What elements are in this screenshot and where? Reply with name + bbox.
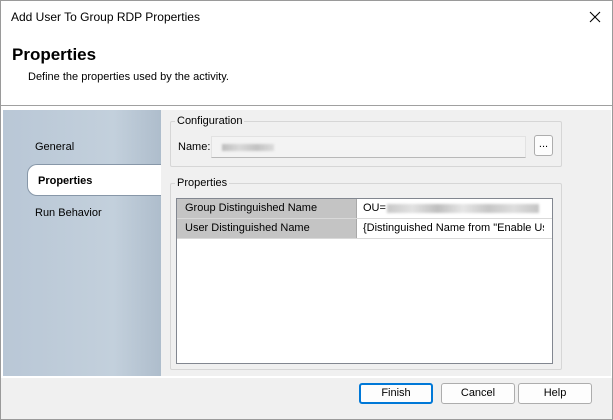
help-button[interactable]: Help	[518, 383, 592, 404]
dialog-body: General Properties Run Behavior Configur…	[1, 106, 612, 378]
redacted-name-value	[222, 144, 274, 151]
window-title: Add User To Group RDP Properties	[11, 10, 200, 24]
page-description: Define the properties used by the activi…	[28, 71, 229, 83]
property-value[interactable]: {Distinguished Name from "Enable User"}	[358, 219, 544, 238]
dialog-window: Add User To Group RDP Properties Propert…	[0, 0, 613, 420]
cancel-button[interactable]: Cancel	[441, 383, 515, 404]
browse-button[interactable]: ...	[534, 135, 553, 156]
properties-group: Properties Group Distinguished Name OU= …	[170, 177, 562, 370]
property-value-text: OU=	[363, 202, 386, 214]
content-panel: Configuration Name: ... Properties Group…	[161, 110, 611, 376]
sidebar-item-general[interactable]: General	[3, 137, 161, 157]
close-button[interactable]	[578, 1, 612, 33]
name-field[interactable]	[211, 136, 526, 158]
property-row[interactable]: Group Distinguished Name OU=	[177, 199, 552, 219]
property-key: Group Distinguished Name	[177, 199, 357, 218]
finish-button[interactable]: Finish	[359, 383, 433, 404]
dialog-footer: Finish Cancel Help	[1, 378, 612, 419]
property-value[interactable]: OU=	[358, 199, 544, 218]
property-row[interactable]: User Distinguished Name {Distinguished N…	[177, 219, 552, 239]
properties-legend: Properties	[177, 177, 228, 189]
sidebar: General Properties Run Behavior	[3, 110, 162, 376]
property-key: User Distinguished Name	[177, 219, 357, 238]
property-grid: Group Distinguished Name OU= User Distin…	[176, 198, 553, 364]
close-icon	[589, 11, 601, 23]
redacted-ou-value	[386, 203, 539, 213]
configuration-group: Configuration Name: ...	[170, 115, 562, 167]
sidebar-item-run-behavior[interactable]: Run Behavior	[3, 203, 161, 223]
sidebar-item-properties[interactable]: Properties	[27, 164, 162, 196]
page-header: Properties Define the properties used by…	[1, 33, 612, 106]
name-label: Name:	[178, 141, 211, 153]
configuration-legend: Configuration	[177, 115, 243, 127]
page-title: Properties	[12, 45, 97, 64]
title-bar: Add User To Group RDP Properties	[1, 1, 612, 33]
